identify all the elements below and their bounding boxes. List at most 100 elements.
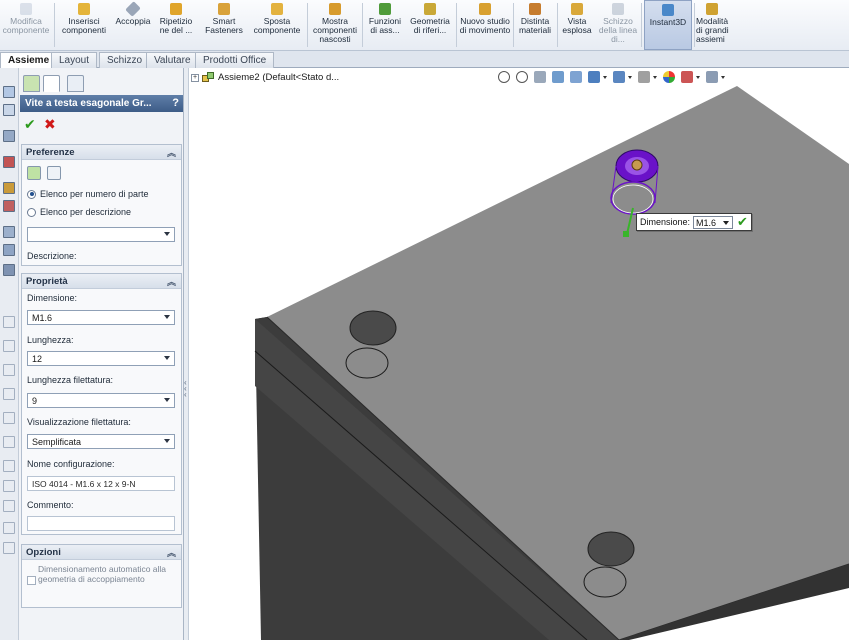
exploded-view-button[interactable]: Vista esplosa (559, 0, 595, 50)
new-motion-study-label: Nuovo studio di movimento (459, 16, 511, 35)
config-name-label: Nome configurazione: (27, 459, 115, 469)
bill-of-materials-label: Distinta materiali (518, 16, 552, 35)
relations-icon[interactable] (3, 500, 15, 512)
comment-input[interactable] (27, 516, 175, 531)
reference-geometry-button[interactable]: Geometria di riferi... (407, 0, 453, 50)
part-list-select[interactable] (27, 227, 175, 242)
chevron-down-icon (164, 232, 170, 236)
hole-1-top[interactable] (349, 310, 397, 346)
tab-assembly[interactable]: Assieme (0, 52, 58, 69)
properties-header-label: Proprietà (26, 276, 68, 287)
view-cube-left-icon[interactable] (3, 364, 15, 376)
smart-fasteners-button[interactable]: Smart Fasteners (199, 0, 249, 50)
graphics-area[interactable]: + Assieme2 (Default<Stato d... Dimension… (189, 68, 849, 640)
size-label: Dimensione: (27, 293, 78, 303)
length-select[interactable]: 12 (27, 351, 175, 366)
panel-tabs (19, 73, 184, 92)
mate-icon (125, 1, 141, 17)
view-cube-back-icon[interactable] (3, 340, 15, 352)
auto-size-checkbox[interactable] (27, 576, 36, 585)
thread-display-select[interactable]: Semplificata (27, 434, 175, 449)
property-manager-tab[interactable] (43, 75, 60, 92)
view-cube-bottom-icon[interactable] (3, 436, 15, 448)
preferences-header[interactable]: Preferenze ︽ (22, 145, 181, 160)
layer-icon[interactable] (3, 226, 15, 238)
tab-sketch[interactable]: Schizzo (99, 52, 151, 68)
size-select[interactable]: M1.6 (27, 310, 175, 325)
radio-part-number-dot[interactable] (27, 189, 36, 199)
sketch-tool-icon[interactable] (3, 460, 15, 472)
view-cube-front-icon[interactable] (3, 316, 15, 328)
show-hidden-components-icon (329, 3, 341, 15)
radio-description[interactable]: Elenco per descrizione (27, 207, 131, 217)
mate-button[interactable]: Accoppia (112, 0, 154, 50)
properties-group: Proprietà ︽ Dimensione: M1.6 Lunghezza: … (21, 273, 182, 535)
collapse-icon[interactable]: ︽ (167, 146, 176, 159)
radio-description-dot[interactable] (27, 207, 36, 217)
assembly-features-button[interactable]: Funzioni di ass... (365, 0, 405, 50)
collapse-icon[interactable]: ︽ (167, 546, 176, 559)
appearance-icon[interactable] (3, 200, 15, 212)
help-icon[interactable]: ? (172, 97, 179, 109)
radio-part-number[interactable]: Elenco per numero di parte (27, 189, 149, 199)
properties-header[interactable]: Proprietà ︽ (22, 274, 181, 289)
chevron-down-icon (723, 220, 730, 225)
size-value: M1.6 (32, 313, 53, 323)
preferences-group: Preferenze ︽ Elenco per numero di parte … (21, 144, 182, 266)
insert-components-button[interactable]: Inserisci componenti (58, 0, 110, 50)
config-name-input[interactable]: ISO 4014 - M1.6 x 12 x 9-N (27, 476, 175, 491)
property-manager-title: Vite a testa esagonale Gr... ? (20, 95, 183, 112)
large-assembly-mode-button[interactable]: Modalità di grandi assiemi (696, 0, 734, 50)
options-header-label: Opzioni (26, 547, 61, 558)
smart-fasteners-label: Smart Fasteners (205, 16, 243, 35)
model-view[interactable] (189, 68, 849, 640)
hole-2-top[interactable] (587, 531, 635, 567)
new-motion-study-button[interactable]: Nuovo studio di movimento (459, 0, 511, 50)
view-cube-right-icon[interactable] (3, 388, 15, 400)
feature-manager-icon[interactable] (3, 86, 15, 98)
smart-dimension-icon[interactable] (3, 480, 15, 492)
ok-icon[interactable]: ✔ (24, 117, 37, 131)
edit-library-icon[interactable] (47, 166, 61, 180)
dimension-popup-select[interactable]: M1.6 (693, 215, 734, 229)
cancel-icon[interactable]: ✖ (44, 117, 57, 131)
length-label: Lunghezza: (27, 335, 74, 345)
dimension-popup-value: M1.6 (696, 217, 717, 228)
paste-entities-icon[interactable] (3, 542, 15, 554)
feature-tree-tab[interactable] (23, 75, 40, 92)
move-component-button[interactable]: Sposta componente (251, 0, 303, 50)
show-hidden-components-button[interactable]: Mostra componenti nascosti (310, 0, 360, 50)
add-to-library-icon[interactable] (27, 166, 41, 180)
section-view-icon[interactable] (3, 264, 15, 276)
description-label: Descrizione: (27, 251, 77, 261)
thread-length-select[interactable]: 9 (27, 393, 175, 408)
modify-component-label: Modifica componente (2, 16, 50, 35)
fastener-pointer-handle[interactable] (623, 231, 629, 237)
pattern-button[interactable]: Ripetizio ne del ... (156, 0, 196, 50)
instant3d-button[interactable]: Instant3D (644, 0, 692, 50)
bill-of-materials-button[interactable]: Distinta materiali (515, 0, 555, 50)
property-manager-icon[interactable] (3, 104, 15, 116)
display-manager-icon[interactable] (3, 182, 15, 194)
modify-component-button[interactable]: Modifica componente (0, 0, 52, 50)
dimension-popup[interactable]: Dimensione: M1.6 ✔ (636, 213, 752, 231)
explode-line-sketch-button[interactable]: Schizzo della linea di... (597, 0, 639, 50)
fastener-hex-icon (631, 159, 643, 171)
options-header[interactable]: Opzioni ︽ (22, 545, 181, 560)
tab-evaluate[interactable]: Valutare (146, 52, 199, 68)
configuration-manager-icon[interactable] (3, 130, 15, 142)
configuration-tab[interactable] (67, 75, 84, 92)
collapse-icon[interactable]: ︽ (167, 275, 176, 288)
dimxpert-icon[interactable] (3, 156, 15, 168)
confirm-dimension-icon[interactable]: ✔ (737, 215, 748, 228)
tab-office-products[interactable]: Prodotti Office (195, 52, 275, 68)
auto-size-label: Dimensionamento automatico alla geometri… (38, 564, 167, 584)
view-cube-top-icon[interactable] (3, 412, 15, 424)
mass-properties-icon[interactable] (3, 244, 15, 256)
show-hidden-components-label: Mostra componenti nascosti (313, 16, 357, 44)
explode-line-sketch-icon (612, 3, 624, 15)
mate-label: Accoppia (115, 16, 151, 26)
copy-entities-icon[interactable] (3, 522, 15, 534)
modify-component-icon (20, 3, 32, 15)
tab-layout[interactable]: Layout (51, 52, 98, 68)
